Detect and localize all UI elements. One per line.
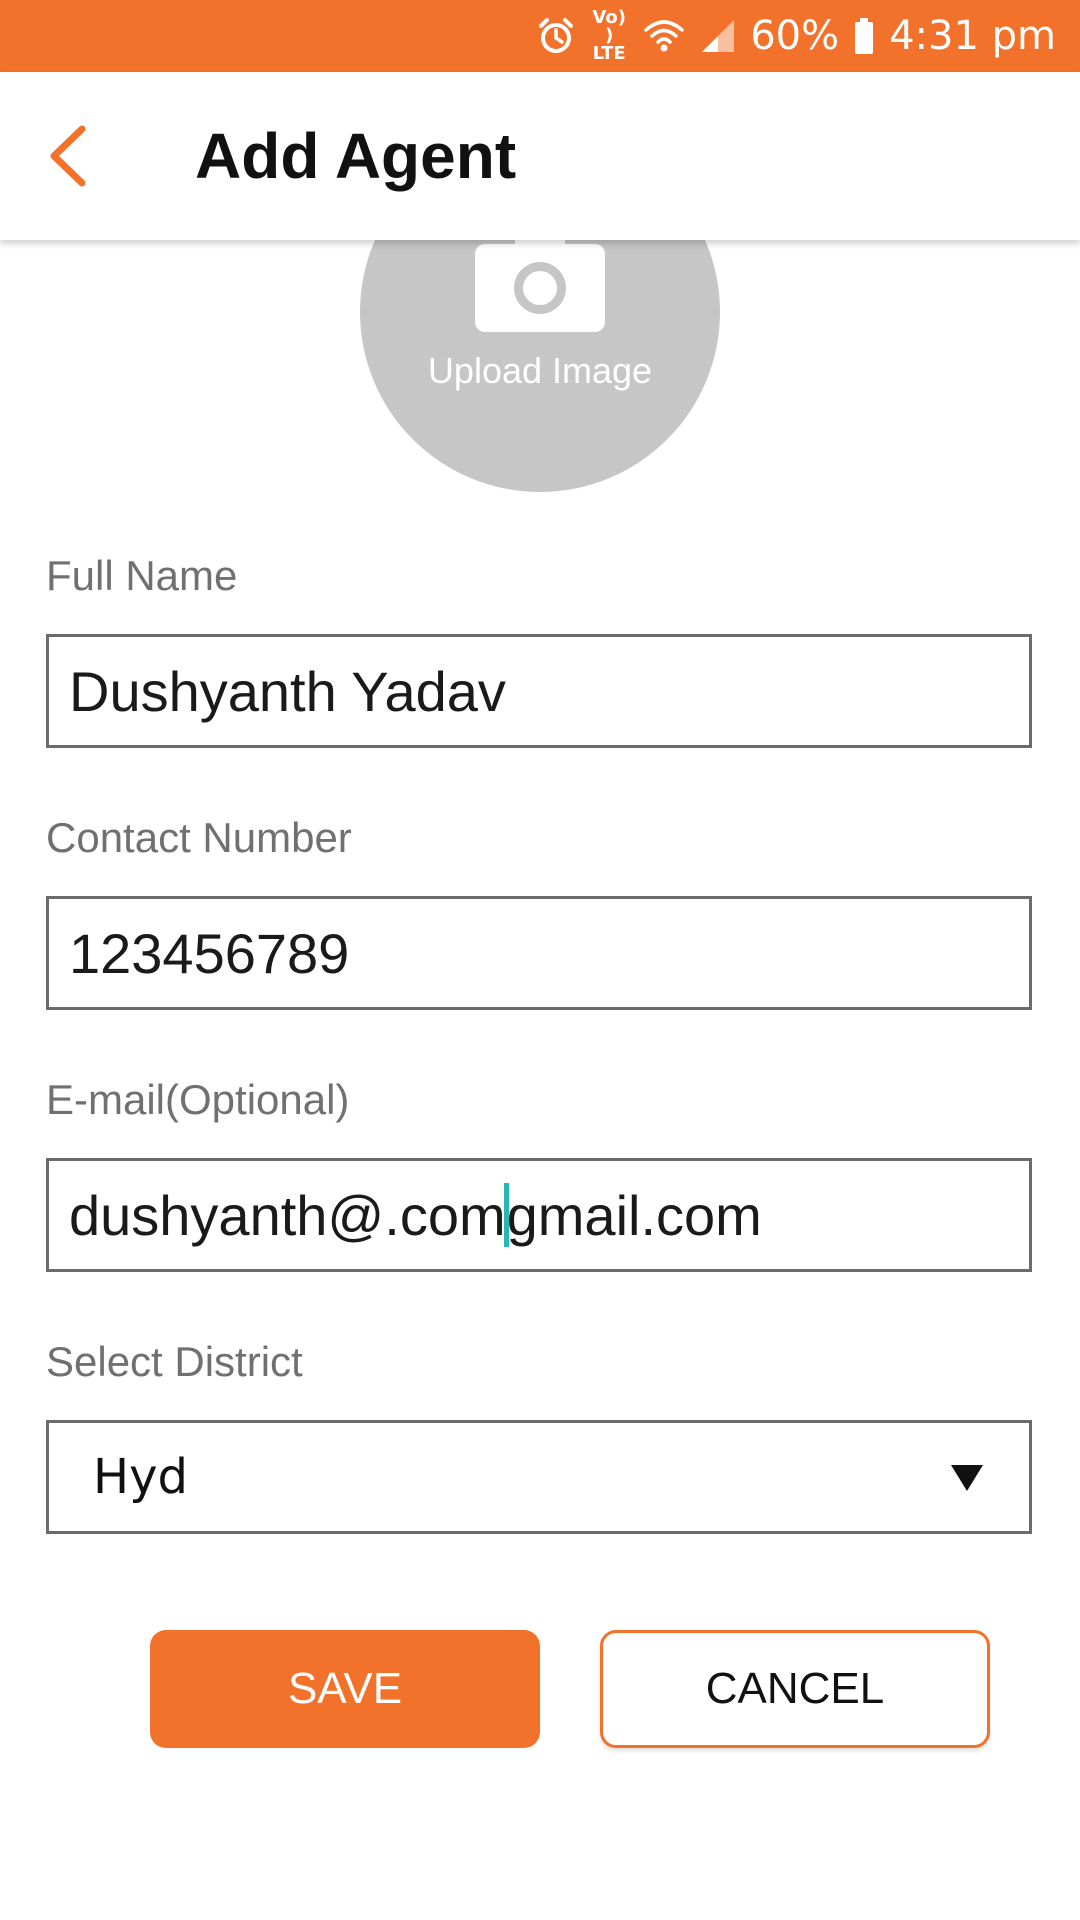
status-bar: Vo)) LTE 60% 4:31 pm — [0, 0, 1080, 72]
district-select[interactable]: Hyd — [46, 1420, 1032, 1534]
battery-percent: 60% — [750, 13, 840, 59]
app-bar: Add Agent — [0, 72, 1080, 240]
dropdown-arrow-icon — [951, 1465, 983, 1491]
full-name-value: Dushyanth Yadav — [69, 659, 506, 723]
battery-icon — [853, 17, 875, 55]
cancel-button[interactable]: CANCEL — [600, 1630, 990, 1748]
add-agent-screen: Vo)) LTE 60% 4:31 pm Add Agent Upload Im… — [0, 0, 1080, 1920]
full-name-label: Full Name — [46, 552, 238, 599]
district-selected-value: Hyd — [93, 1449, 188, 1505]
email-label: E-mail(Optional) — [46, 1076, 350, 1123]
contact-number-label: Contact Number — [46, 814, 352, 861]
email-value-after-cursor: gmail.com — [506, 1183, 762, 1247]
chevron-left-icon — [50, 125, 86, 187]
upload-image-label: Upload Image — [427, 350, 653, 391]
signal-icon — [700, 16, 736, 56]
status-time: 4:31 pm — [889, 13, 1056, 59]
save-button[interactable]: SAVE — [150, 1630, 540, 1748]
back-button[interactable] — [36, 116, 100, 196]
status-bar-right: Vo)) LTE 60% 4:31 pm — [536, 0, 1056, 72]
page-title: Add Agent — [195, 120, 517, 192]
network-label: Vo)) LTE — [592, 7, 626, 64]
contact-number-field[interactable]: 123456789 — [46, 896, 1032, 1010]
alarm-icon — [536, 16, 576, 56]
full-name-field[interactable]: Dushyanth Yadav — [46, 634, 1032, 748]
email-value-before-cursor: dushyanth@.com — [69, 1183, 506, 1247]
wifi-icon — [642, 16, 686, 56]
email-field[interactable]: dushyanth@.com gmail.com — [46, 1158, 1032, 1272]
contact-number-value: 123456789 — [69, 921, 350, 985]
volte-icon: Vo)) LTE — [590, 9, 628, 63]
district-label: Select District — [46, 1338, 303, 1385]
camera-icon — [475, 232, 605, 332]
